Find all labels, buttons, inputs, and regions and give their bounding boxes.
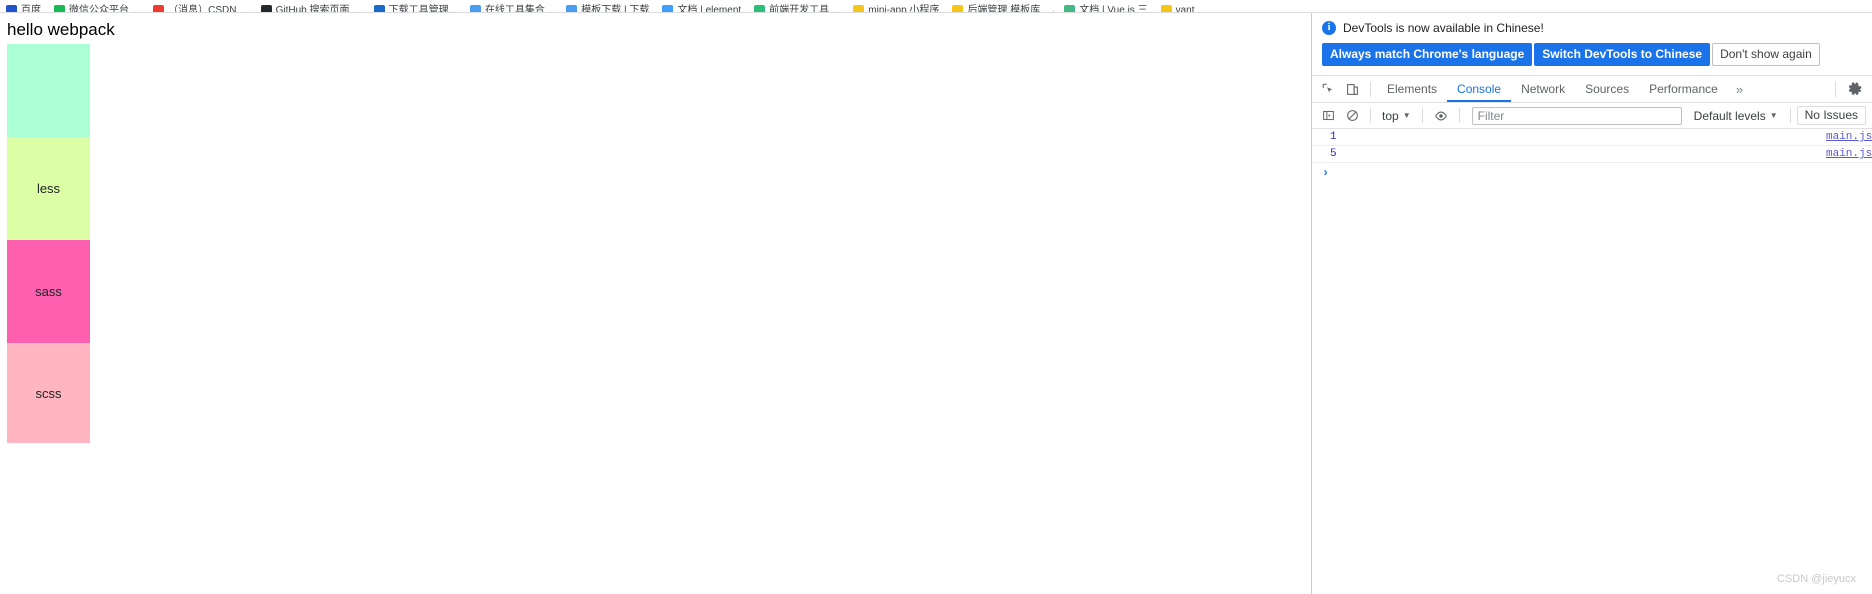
console-toolbar-divider-4 xyxy=(1789,108,1791,123)
console-message-row: 5 main.js xyxy=(1312,146,1872,163)
bookmark-item[interactable]: 微信公众平台 ... xyxy=(54,0,141,13)
bookmark-favicon-icon xyxy=(260,4,272,12)
page-title: hello webpack xyxy=(7,20,115,39)
inspect-element-icon[interactable] xyxy=(1316,79,1340,100)
bookmark-favicon-icon xyxy=(952,4,964,12)
bookmark-label: 文档 | element xyxy=(677,4,742,13)
chevron-down-icon: ▼ xyxy=(1402,110,1411,120)
bookmark-item[interactable]: 前端开发工具 ... xyxy=(754,0,841,13)
color-box-sass: sass xyxy=(7,240,90,343)
color-box-scss: scss xyxy=(7,343,90,443)
infobar-button-group: Always match Chrome's language Switch Dev… xyxy=(1322,43,1862,66)
bookmark-favicon-icon xyxy=(6,4,17,12)
console-log-levels-label: Default levels xyxy=(1693,108,1766,123)
prompt-chevron-icon: › xyxy=(1322,165,1330,180)
bookmark-favicon-icon xyxy=(754,4,766,12)
info-circle-icon: i xyxy=(1322,21,1336,35)
issues-badge[interactable]: No Issues xyxy=(1796,106,1866,125)
console-context-selector[interactable]: top ▼ xyxy=(1377,109,1416,123)
clear-console-icon[interactable] xyxy=(1340,105,1364,126)
bookmark-favicon-icon xyxy=(1064,4,1076,12)
console-input-prompt[interactable]: › xyxy=(1312,163,1872,182)
tab-sources[interactable]: Sources xyxy=(1575,76,1639,102)
bookmark-item[interactable]: GitHub 搜索页面 ... xyxy=(260,0,361,13)
console-message-row: 1 main.js xyxy=(1312,129,1872,146)
color-box xyxy=(7,44,90,137)
bookmark-label: （消息）CSDN ... xyxy=(168,4,248,13)
console-message-value: 1 xyxy=(1330,131,1337,143)
bookmark-label: vant xyxy=(1175,4,1195,13)
color-box-stack: less sass scss xyxy=(7,44,90,443)
bookmark-item[interactable]: vant xyxy=(1160,0,1195,13)
console-toolbar-divider-1 xyxy=(1370,108,1371,123)
color-box-less: less xyxy=(7,137,90,240)
bookmark-item[interactable]: （消息）CSDN ... xyxy=(153,0,248,13)
bookmark-favicon-icon xyxy=(566,4,578,12)
bookmark-label: 微信公众平台 ... xyxy=(69,4,141,13)
chevron-down-icon-levels: ▼ xyxy=(1769,110,1778,120)
devtools-tabbar: Elements Console Network Sources Performance… xyxy=(1312,76,1872,103)
bookmark-label: mini-app 小程序 xyxy=(868,4,940,13)
bookmark-item[interactable]: 文档 | element xyxy=(662,0,742,13)
bookmark-label: 在线工具集合... xyxy=(484,4,554,13)
bookmark-favicon-icon xyxy=(373,4,385,12)
infobar-message: DevTools is now available in Chinese! xyxy=(1343,21,1544,35)
console-toolbar-divider-2 xyxy=(1421,108,1423,123)
browser-bookmarks-bar: 百度 微信公众平台 ... （消息）CSDN ... GitHub 搜索页面 ... 下… xyxy=(0,0,1872,13)
bookmark-label: 后端管理 模板库 xyxy=(967,4,1041,13)
console-sidebar-icon[interactable] xyxy=(1316,105,1340,126)
console-source-link[interactable]: main.js xyxy=(1826,148,1872,160)
bookmark-label: GitHub 搜索页面 ... xyxy=(275,4,361,13)
console-source-link[interactable]: main.js xyxy=(1826,131,1872,143)
devtools-tab-list: Elements Console Network Sources Performance xyxy=(1377,76,1728,102)
gear-icon[interactable] xyxy=(1842,78,1868,100)
bookmark-label: 文档 | Vue.js 三 xyxy=(1079,4,1148,13)
console-toolbar: top ▼ Default levels ▼ No Issues xyxy=(1312,103,1872,129)
tab-elements[interactable]: Elements xyxy=(1377,76,1447,102)
tab-console[interactable]: Console xyxy=(1447,76,1512,102)
infobar-button-don-t-show-again[interactable]: Don't show again xyxy=(1712,43,1820,66)
page-viewport: hello webpack less sass scss xyxy=(0,13,1311,594)
bookmark-item[interactable]: 在线工具集合... xyxy=(469,0,554,13)
console-log-levels-selector[interactable]: Default levels ▼ xyxy=(1688,109,1784,123)
bookmark-label: 模板下载 | 下载 xyxy=(581,4,650,13)
console-filter-input[interactable] xyxy=(1471,106,1682,125)
console-message-list: 1 main.js 5 main.js › xyxy=(1312,129,1872,594)
infobar-button-always-match-chrome-s-language[interactable]: Always match Chrome's language xyxy=(1322,43,1533,66)
bookmark-item[interactable]: 下载工具管理... xyxy=(373,0,457,13)
toolbar-divider xyxy=(1370,81,1371,97)
bookmark-favicon-icon xyxy=(1160,4,1172,12)
bookmark-item[interactable]: mini-app 小程序 xyxy=(853,0,940,13)
devtools-panel: i DevTools is now available in Chinese! … xyxy=(1311,13,1872,594)
bookmark-favicon-icon xyxy=(153,4,165,12)
toolbar-divider-right xyxy=(1835,81,1836,97)
tab-network[interactable]: Network xyxy=(1511,76,1575,102)
bookmark-favicon-icon xyxy=(469,4,481,12)
bookmark-favicon-icon xyxy=(662,4,674,12)
console-message-value: 5 xyxy=(1330,148,1337,160)
console-toolbar-divider-3 xyxy=(1458,108,1460,123)
infobar-button-switch-devtools-to-chinese[interactable]: Switch DevTools to Chinese xyxy=(1534,43,1711,66)
bookmark-item[interactable]: 百度 xyxy=(6,0,41,13)
tab-performance[interactable]: Performance xyxy=(1639,76,1728,102)
bookmark-label: 百度 xyxy=(21,4,41,13)
bookmark-label: 下载工具管理... xyxy=(388,4,457,13)
console-context-label: top xyxy=(1382,108,1399,123)
bookmark-item[interactable]: 后端管理 模板库 xyxy=(952,0,1041,13)
bookmark-favicon-icon xyxy=(853,4,865,12)
csdn-watermark: CSDN @jieyucx xyxy=(1776,573,1856,585)
bookmark-item[interactable]: 文档 | Vue.js 三 xyxy=(1064,0,1148,13)
device-toolbar-icon[interactable] xyxy=(1340,79,1364,100)
bookmark-favicon-icon xyxy=(54,4,65,12)
infobar-message-row: i DevTools is now available in Chinese! xyxy=(1322,21,1862,35)
tab-overflow-icon[interactable]: » xyxy=(1728,82,1751,97)
bookmark-item[interactable]: 模板下载 | 下载 xyxy=(566,0,650,13)
devtools-language-infobar: i DevTools is now available in Chinese! … xyxy=(1312,13,1872,76)
live-expression-icon[interactable] xyxy=(1429,105,1453,126)
bookmark-label: 前端开发工具 ... xyxy=(769,4,841,13)
